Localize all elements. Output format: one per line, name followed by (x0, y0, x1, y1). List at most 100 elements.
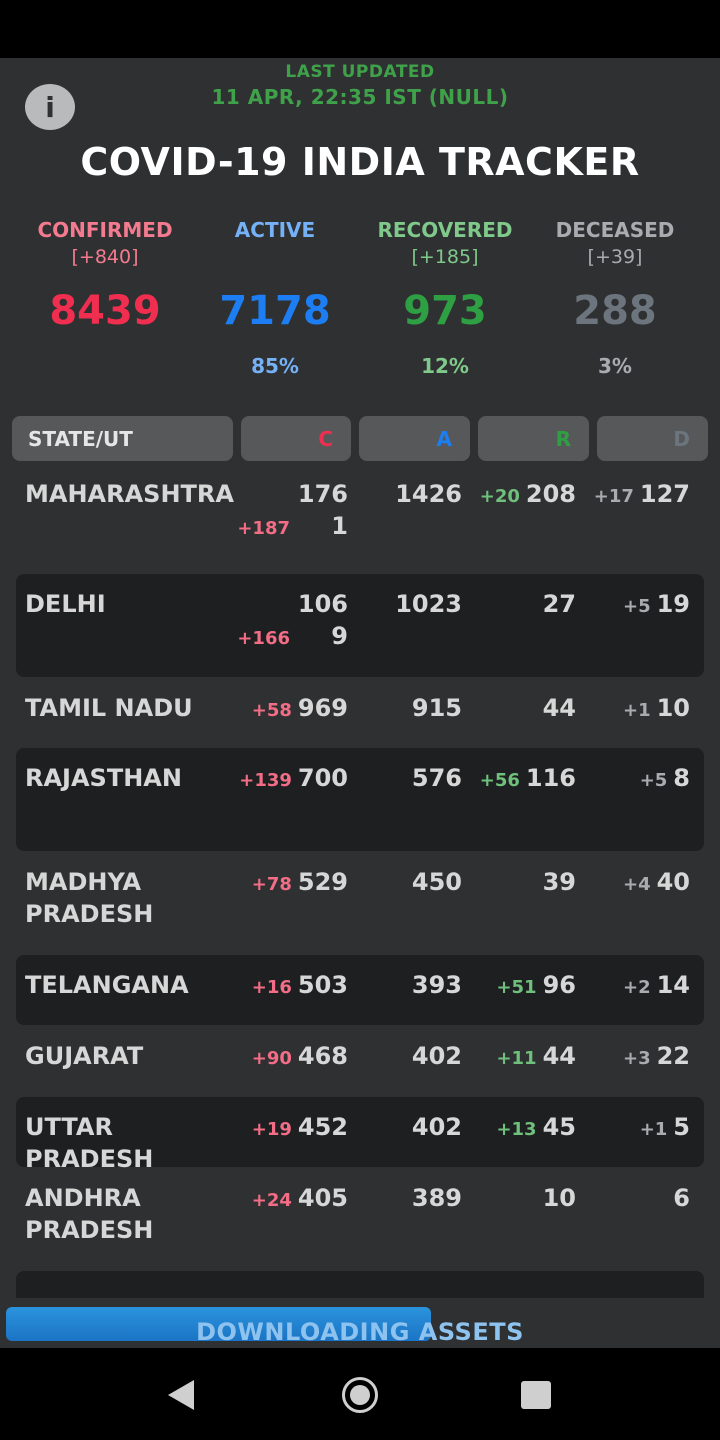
recovered-value: 10 (542, 1184, 576, 1212)
home-circle-icon[interactable] (342, 1377, 378, 1413)
last-updated-label: LAST UPDATED (285, 62, 435, 82)
recovered-cell: 39 (466, 866, 576, 901)
active-cell: 402 (362, 1040, 462, 1072)
header-recovered[interactable]: R (478, 416, 589, 461)
confirmed-delta: +24 (251, 1190, 292, 1211)
active-value: 393 (411, 971, 462, 999)
deceased-cell: +3 22 (580, 1040, 690, 1075)
confirmed-value: 529 (297, 868, 348, 896)
app-screen: LAST UPDATED 11 APR, 22:35 IST (NULL) i … (0, 58, 720, 1348)
state-name: MADHYA PRADESH (25, 868, 154, 928)
header-deceased[interactable]: D (597, 416, 708, 461)
state-name: TAMIL NADU (25, 694, 193, 722)
confirmed-delta: +58 (251, 700, 292, 721)
recovered-cell: +51 96 (466, 969, 576, 1004)
stat-deceased-delta: [+39] (587, 246, 643, 268)
confirmed-value: 503 (297, 971, 348, 999)
confirmed-delta: +166 (237, 628, 290, 649)
active-value: 450 (411, 868, 462, 896)
recovered-value: 44 (542, 694, 576, 722)
stat-recovered: RECOVERED [+185] 973 12% (355, 218, 535, 378)
table-row[interactable]: DELHI +1661069 1023 27 +5 19 (16, 574, 704, 677)
confirmed-value: 452 (297, 1113, 348, 1141)
stat-active: ACTIVE 7178 85% (185, 218, 365, 378)
deceased-value: 6 (673, 1184, 690, 1212)
state-name: MAHARASHTRA (25, 480, 234, 508)
active-value: 402 (411, 1113, 462, 1141)
stat-confirmed-label: CONFIRMED (37, 218, 173, 242)
confirmed-cell: +58 969 (233, 692, 348, 727)
confirmed-cell: +78 529 (233, 866, 348, 901)
stat-active-delta (185, 246, 365, 272)
stat-deceased-value: 288 (573, 288, 657, 334)
confirmed-cell: +139 700 (233, 762, 348, 797)
confirmed-cell: +24 405 (233, 1182, 348, 1217)
active-cell: 576 (362, 762, 462, 794)
table-row[interactable]: RAJASTHAN +139 700 576 +56 116 +5 8 (16, 748, 704, 851)
active-cell: 450 (362, 866, 462, 898)
table-row[interactable]: TELANGANA +16 503 393 +51 96 +2 14 (16, 955, 704, 1025)
active-value: 1023 (395, 590, 462, 618)
deceased-delta: +5 (639, 770, 668, 791)
recovered-delta: +56 (479, 770, 520, 791)
header-state[interactable]: STATE/UT (12, 416, 233, 461)
state-name: RAJASTHAN (25, 764, 182, 792)
stat-active-label: ACTIVE (234, 218, 316, 242)
deceased-value: 40 (656, 868, 690, 896)
active-cell: 1426 (362, 478, 462, 510)
recovered-value: 208 (525, 480, 576, 508)
stat-deceased-percent: 3% (598, 354, 632, 378)
table-row[interactable]: MAHARASHTRA +1871761 1426 +20 208 +17 127 (16, 464, 704, 568)
deceased-cell: +2 14 (580, 969, 690, 1004)
system-nav-bar (0, 1348, 720, 1440)
recovered-value: 45 (542, 1113, 576, 1141)
stat-active-percent: 85% (251, 354, 299, 378)
stat-recovered-percent: 12% (421, 354, 469, 378)
active-cell: 393 (362, 969, 462, 1001)
deceased-cell: 6 (580, 1182, 690, 1217)
active-value: 576 (411, 764, 462, 792)
recovered-cell: +56 116 (466, 762, 576, 797)
deceased-delta: +2 (622, 977, 651, 998)
deceased-delta: +3 (622, 1048, 651, 1069)
deceased-cell: +1 10 (580, 692, 690, 727)
recovered-cell: +20 208 (466, 478, 576, 513)
deceased-value: 5 (673, 1113, 690, 1141)
deceased-value: 8 (673, 764, 690, 792)
confirmed-delta: +90 (251, 1048, 292, 1069)
recovered-value: 39 (542, 868, 576, 896)
page-title: COVID-19 INDIA TRACKER (80, 140, 640, 184)
stat-deceased: DECEASED [+39] 288 3% (525, 218, 705, 378)
state-name: ANDHRA PRADESH (25, 1184, 154, 1244)
deceased-value: 127 (639, 480, 690, 508)
recovered-cell: 27 (466, 588, 576, 623)
confirmed-delta: +139 (239, 770, 292, 791)
last-updated-value: 11 APR, 22:35 IST (NULL) (211, 85, 509, 109)
table-row[interactable]: ANDHRA PRADESH +24 405 389 10 6 (16, 1168, 704, 1272)
stat-confirmed-delta: [+840] (71, 246, 139, 268)
info-icon[interactable]: i (25, 84, 75, 130)
deceased-delta: +5 (622, 596, 651, 617)
header-active[interactable]: A (359, 416, 470, 461)
recents-square-icon[interactable] (521, 1381, 551, 1409)
header-confirmed[interactable]: C (241, 416, 351, 461)
confirmed-cell: +90 468 (233, 1040, 348, 1075)
deceased-value: 10 (656, 694, 690, 722)
deceased-delta: +1 (639, 1119, 668, 1140)
table-row[interactable]: GUJARAT +90 468 402 +11 44 +3 22 (16, 1026, 704, 1096)
table-row[interactable]: TAMIL NADU +58 969 915 44 +1 10 (16, 678, 704, 746)
stat-confirmed: CONFIRMED [+840] 8439 (15, 218, 195, 354)
confirmed-delta: +16 (251, 977, 292, 998)
deceased-value: 19 (656, 590, 690, 618)
table-row[interactable]: MADHYA PRADESH +78 529 450 39 +4 40 (16, 852, 704, 956)
table-row[interactable]: UTTAR PRADESH +19 452 402 +13 45 +1 5 (16, 1097, 704, 1173)
recovered-cell: +13 45 (466, 1111, 576, 1146)
recovered-cell: +11 44 (466, 1040, 576, 1075)
active-value: 402 (411, 1042, 462, 1070)
recovered-value: 44 (542, 1042, 576, 1070)
deceased-delta: +17 (593, 486, 634, 507)
back-triangle-icon[interactable] (166, 1378, 196, 1412)
recovered-delta: +20 (479, 486, 520, 507)
deceased-delta: +1 (622, 700, 651, 721)
confirmed-value: 1761 (297, 480, 348, 540)
